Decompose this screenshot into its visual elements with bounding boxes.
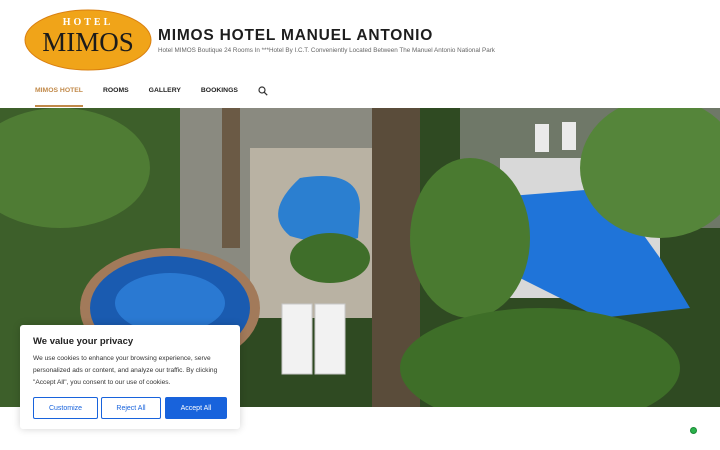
cookie-description: We use cookies to enhance your browsing … <box>33 355 218 386</box>
accept-all-button[interactable]: Accept All <box>165 397 227 419</box>
logo-main-text: MIMOS <box>42 27 134 57</box>
status-indicator-icon[interactable] <box>690 427 697 434</box>
site-title[interactable]: MIMOS HOTEL MANUEL ANTONIO <box>158 27 433 45</box>
search-icon[interactable] <box>258 85 268 96</box>
site-header: HOTEL MIMOS MIMOS HOTEL MANUEL ANTONIO H… <box>0 0 720 108</box>
main-nav: MIMOS HOTEL ROOMS GALLERY BOOKINGS <box>35 85 268 107</box>
site-tagline: Hotel MIMOS Boutique 24 Rooms In ***Hote… <box>158 47 495 54</box>
reject-all-button[interactable]: Reject All <box>101 397 161 419</box>
nav-item-rooms[interactable]: ROOMS <box>103 87 129 100</box>
cookie-consent-banner: We value your privacy We use cookies to … <box>20 325 240 429</box>
nav-item-mimos-hotel[interactable]: MIMOS HOTEL <box>35 87 83 107</box>
nav-item-gallery[interactable]: GALLERY <box>149 87 181 100</box>
hotel-logo[interactable]: HOTEL MIMOS <box>24 9 152 71</box>
nav-item-bookings[interactable]: BOOKINGS <box>201 87 238 100</box>
customize-button[interactable]: Customize <box>33 397 98 419</box>
cookie-title: We value your privacy <box>33 336 134 347</box>
